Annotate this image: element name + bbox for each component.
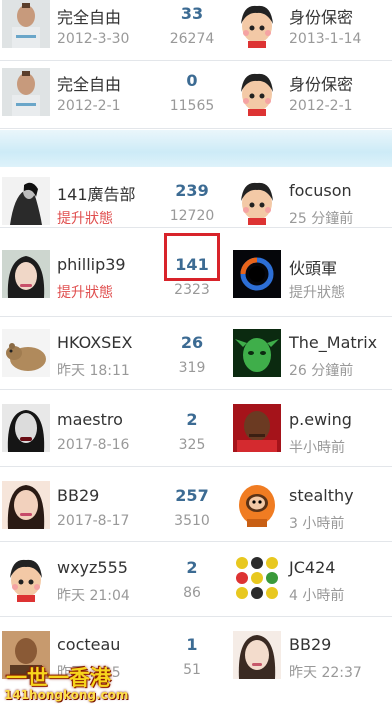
reply-count[interactable]: 257 xyxy=(158,486,226,505)
last-post-time: 昨天 22:37 xyxy=(289,665,362,681)
last-poster-name[interactable]: p.ewing xyxy=(289,410,352,429)
poster-name[interactable]: maestro xyxy=(57,410,123,429)
reply-count[interactable]: 2 xyxy=(158,558,226,577)
thread-row: HKOXSEX 昨天 18:11 26 319 The_Matrix 26 分鐘… xyxy=(0,317,392,390)
fire-ring-avatar-icon[interactable] xyxy=(233,250,281,298)
reply-count[interactable]: 1 xyxy=(158,635,226,654)
highlight-box xyxy=(164,233,220,281)
post-date: 2012-2-1 xyxy=(57,98,121,114)
default-avatar-icon[interactable] xyxy=(2,554,50,602)
user-avatar[interactable] xyxy=(233,404,281,452)
last-poster-name[interactable]: The_Matrix xyxy=(289,333,377,352)
view-count: 12720 xyxy=(169,208,215,224)
view-count: 26274 xyxy=(169,31,215,47)
last-post-time: 4 小時前 xyxy=(289,588,345,604)
view-count: 2323 xyxy=(174,282,210,298)
view-count: 325 xyxy=(178,437,206,453)
user-avatar[interactable] xyxy=(2,177,50,225)
last-poster-name[interactable]: JC424 xyxy=(289,558,335,577)
last-post-time: 26 分鐘前 xyxy=(289,363,354,379)
post-date: 2012-3-30 xyxy=(57,31,130,47)
promote-status-link[interactable]: 提升狀態 xyxy=(57,208,113,228)
default-avatar-icon[interactable] xyxy=(233,0,281,48)
last-post-time: 3 小時前 xyxy=(289,516,345,532)
last-post-time: 提升狀態 xyxy=(289,285,345,301)
watermark-url: 141hongkong.com xyxy=(4,688,129,702)
reply-count[interactable]: 239 xyxy=(158,181,226,200)
view-count: 51 xyxy=(183,662,201,678)
post-date: 昨天 18:11 xyxy=(57,363,130,379)
view-count: 11565 xyxy=(169,98,215,114)
post-date: 2017-8-16 xyxy=(57,437,130,453)
reply-count[interactable]: 26 xyxy=(158,333,226,352)
view-count: 319 xyxy=(178,360,206,376)
user-avatar[interactable] xyxy=(2,404,50,452)
smiley-grid-avatar-icon[interactable] xyxy=(233,554,281,602)
poster-name[interactable]: BB29 xyxy=(57,486,99,505)
last-poster-name[interactable]: stealthy xyxy=(289,486,354,505)
thread-row: BB29 2017-8-17 257 3510 stealthy 3 小時前 xyxy=(0,467,392,542)
thread-row: 141廣告部 提升狀態 239 12720 focuson 25 分鐘前 xyxy=(0,167,392,228)
last-post-time: 25 分鐘前 xyxy=(289,211,354,227)
matrix-avatar-icon[interactable] xyxy=(233,329,281,377)
promote-status-link[interactable]: 提升狀態 xyxy=(57,282,113,302)
poster-name[interactable]: 完全自由 xyxy=(57,71,121,95)
kenny-avatar-icon[interactable] xyxy=(233,481,281,529)
thread-row: 完全自由 2012-2-1 0 11565 身份保密 2012-2-1 xyxy=(0,62,392,129)
user-avatar[interactable] xyxy=(233,631,281,679)
user-avatar[interactable] xyxy=(2,481,50,529)
reply-count[interactable]: 33 xyxy=(158,4,226,23)
poster-name[interactable]: HKOXSEX xyxy=(57,333,132,352)
last-post-time: 2012-2-1 xyxy=(289,98,353,114)
user-avatar[interactable] xyxy=(2,250,50,298)
default-avatar-icon[interactable] xyxy=(233,177,281,225)
thread-row: 完全自由 2012-3-30 33 26274 身份保密 2013-1-14 xyxy=(0,0,392,61)
thread-row: maestro 2017-8-16 2 325 p.ewing 半小時前 xyxy=(0,390,392,467)
post-date: 昨天 21:04 xyxy=(57,588,130,604)
last-post-time: 2013-1-14 xyxy=(289,31,362,47)
section-divider-band xyxy=(0,130,392,167)
user-avatar[interactable] xyxy=(2,0,50,48)
last-post-time: 半小時前 xyxy=(289,440,345,456)
poster-name[interactable]: 完全自由 xyxy=(57,4,121,28)
last-poster-name[interactable]: focuson xyxy=(289,181,352,200)
default-avatar-icon[interactable] xyxy=(233,68,281,116)
reply-count[interactable]: 0 xyxy=(158,71,226,90)
last-poster-name[interactable]: BB29 xyxy=(289,635,331,654)
poster-name[interactable]: phillip39 xyxy=(57,255,126,274)
poster-name[interactable]: wxyz555 xyxy=(57,558,128,577)
user-avatar[interactable] xyxy=(2,68,50,116)
view-count: 3510 xyxy=(174,513,210,529)
view-count: 86 xyxy=(183,585,201,601)
last-poster-name[interactable]: 身份保密 xyxy=(289,4,353,28)
site-watermark-logo: 一世一香港 141hongkong.com xyxy=(0,660,130,708)
last-poster-name[interactable]: 身份保密 xyxy=(289,71,353,95)
reply-count[interactable]: 2 xyxy=(158,410,226,429)
post-date: 2017-8-17 xyxy=(57,513,130,529)
poster-name[interactable]: cocteau xyxy=(57,635,120,654)
thread-row: wxyz555 昨天 21:04 2 86 JC424 4 小時前 xyxy=(0,542,392,617)
last-poster-name[interactable]: 伙頭軍 xyxy=(289,255,337,279)
user-avatar[interactable] xyxy=(2,329,50,377)
poster-name[interactable]: 141廣告部 xyxy=(57,181,136,205)
